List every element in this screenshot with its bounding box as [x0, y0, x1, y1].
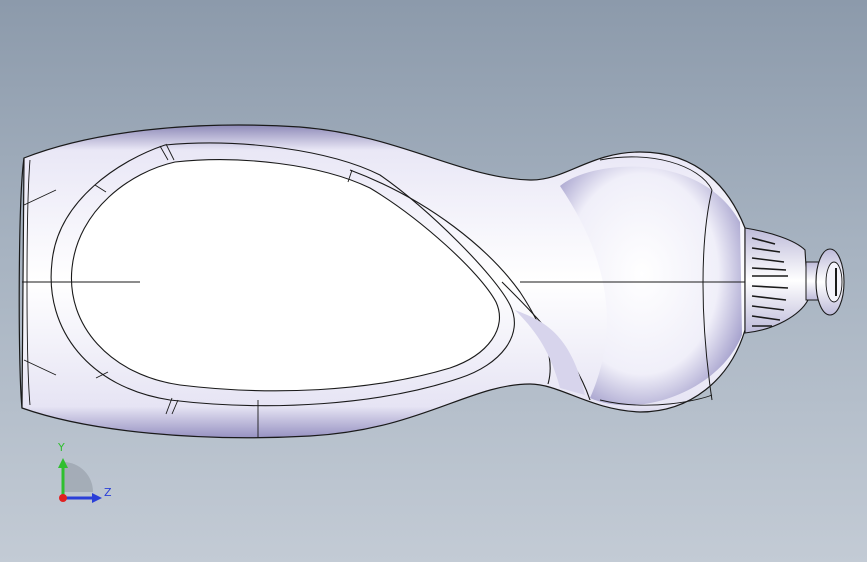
cap-ring[interactable] — [744, 227, 809, 334]
bottle-model[interactable] — [0, 0, 867, 562]
z-axis-head — [92, 493, 102, 503]
x-axis-point — [59, 494, 67, 502]
spout-tip — [825, 261, 843, 303]
orientation-triad: Y Z — [48, 440, 118, 510]
y-axis-label: Y — [58, 441, 65, 454]
z-axis-label: Z — [104, 486, 112, 499]
triad-plane-shade — [63, 462, 93, 492]
graphics-viewport[interactable]: Y Z — [0, 0, 867, 562]
